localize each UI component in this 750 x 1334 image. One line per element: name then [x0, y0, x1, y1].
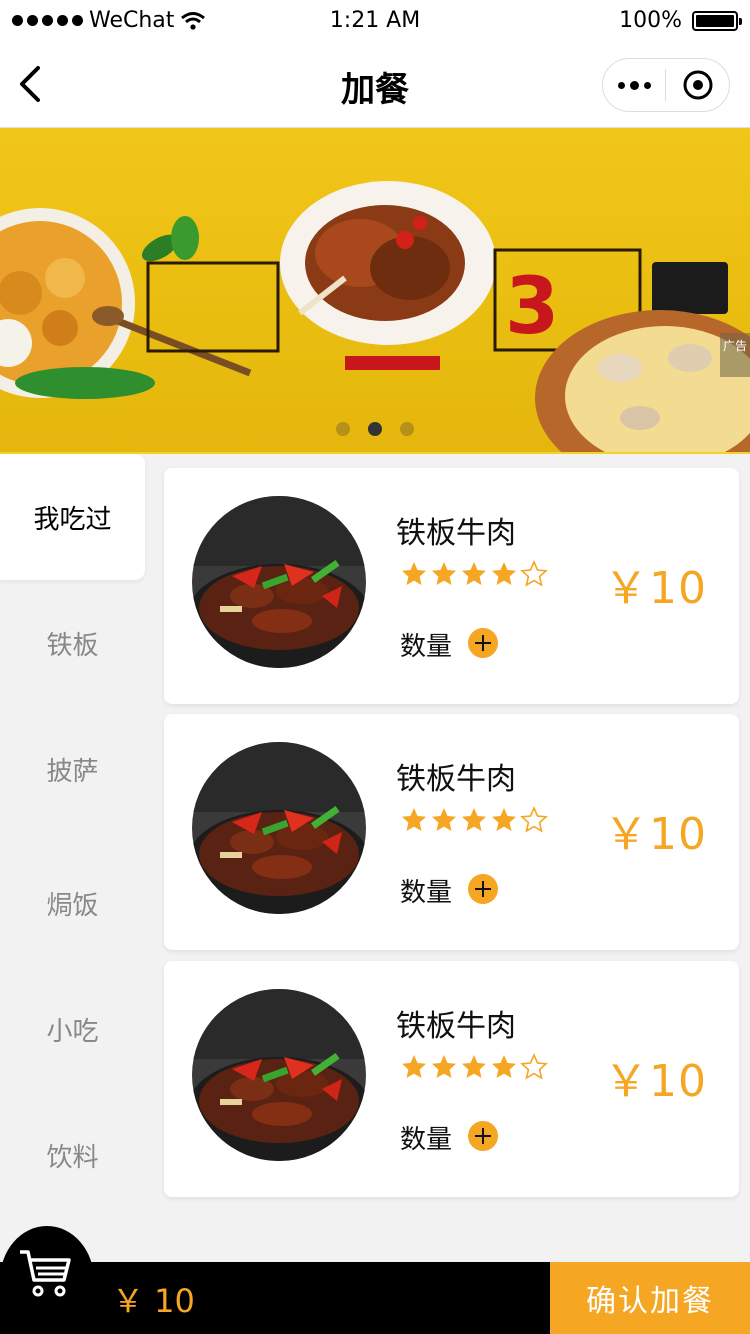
total-amount: ￥ 10	[112, 1282, 195, 1320]
quantity-label: 数量	[400, 632, 453, 662]
close-button[interactable]	[666, 59, 729, 111]
promo-banner[interactable]: 3 广告	[0, 128, 750, 454]
star-filled-icon	[462, 808, 486, 831]
svg-text:3: 3	[505, 262, 559, 352]
food-price: ￥10	[604, 563, 707, 614]
rating-stars	[400, 560, 548, 588]
food-image	[192, 989, 366, 1161]
star-filled-icon	[462, 1055, 486, 1078]
star-filled-icon	[402, 562, 426, 585]
star-filled-icon	[432, 1055, 456, 1078]
category-sidebar: 我吃过 铁板 披萨 焗饭 小吃 饮料	[0, 454, 145, 1262]
sidebar-item-label: 小吃	[46, 1016, 99, 1047]
star-empty-icon	[520, 1053, 548, 1080]
star-filled-icon	[432, 808, 456, 831]
quantity-label: 数量	[400, 1125, 453, 1155]
food-price: ￥10	[604, 1056, 707, 1107]
confirm-add-button[interactable]: 确认加餐	[550, 1262, 750, 1334]
food-price: ￥10	[604, 809, 707, 860]
food-card[interactable]: 铁板牛肉 ￥10 数量	[164, 468, 739, 704]
food-image	[192, 742, 366, 914]
star-filled-icon	[462, 562, 486, 585]
mini-program-capsule	[602, 58, 730, 112]
sidebar-item-eaten[interactable]: 我吃过	[0, 454, 145, 580]
status-right: 100%	[619, 8, 742, 33]
cart-button[interactable]	[0, 1226, 94, 1334]
page: WeChat 1:21 AM 100% 加餐 3 广告 我吃过 铁板 披萨 焗饭…	[0, 0, 750, 1334]
add-quantity-button[interactable]	[468, 628, 498, 658]
sidebar-item-snacks[interactable]: 小吃	[0, 966, 145, 1092]
banner-dot-3[interactable]	[400, 422, 414, 436]
star-filled-icon	[402, 1055, 426, 1078]
food-card[interactable]: 铁板牛肉 ￥10 数量	[164, 961, 739, 1197]
sidebar-item-baked-rice[interactable]: 焗饭	[0, 840, 145, 966]
food-image	[192, 496, 366, 668]
star-filled-icon	[492, 562, 516, 585]
battery-icon	[692, 10, 742, 31]
food-card[interactable]: 铁板牛肉 ￥10 数量	[164, 714, 739, 950]
more-button[interactable]	[603, 59, 665, 111]
sidebar-item-drinks[interactable]: 饮料	[0, 1092, 145, 1218]
status-bar: WeChat 1:21 AM 100%	[0, 0, 750, 42]
food-name: 铁板牛肉	[396, 1009, 516, 1044]
star-filled-icon	[402, 808, 426, 831]
sidebar-item-label: 铁板	[46, 630, 99, 661]
sidebar-item-label: 披萨	[46, 756, 99, 787]
banner-pagination	[0, 422, 750, 436]
add-quantity-button[interactable]	[468, 1121, 498, 1151]
quantity-label: 数量	[400, 878, 453, 908]
sidebar-item-pizza[interactable]: 披萨	[0, 706, 145, 832]
food-name: 铁板牛肉	[396, 762, 516, 797]
food-name: 铁板牛肉	[396, 516, 516, 551]
battery-percent: 100%	[619, 8, 682, 33]
banner-artwork: 3	[0, 181, 750, 452]
add-quantity-button[interactable]	[468, 874, 498, 904]
target-close-icon	[683, 70, 712, 100]
rating-stars	[400, 806, 548, 834]
star-filled-icon	[492, 1055, 516, 1078]
nav-bar: 加餐	[0, 42, 750, 128]
star-filled-icon	[492, 808, 516, 831]
sidebar-item-label: 焗饭	[46, 890, 99, 921]
rating-stars	[400, 1053, 548, 1081]
ad-badge: 广告	[720, 333, 750, 377]
star-empty-icon	[520, 806, 548, 833]
sidebar-item-teppan[interactable]: 铁板	[0, 580, 145, 706]
more-dots-icon	[617, 80, 651, 90]
sidebar-item-label: 我吃过	[33, 504, 112, 535]
banner-dot-2[interactable]	[368, 422, 382, 436]
sidebar-item-label: 饮料	[46, 1142, 99, 1173]
star-empty-icon	[520, 560, 548, 587]
banner-dot-1[interactable]	[336, 422, 350, 436]
star-filled-icon	[432, 562, 456, 585]
shopping-cart-icon	[20, 1250, 71, 1297]
